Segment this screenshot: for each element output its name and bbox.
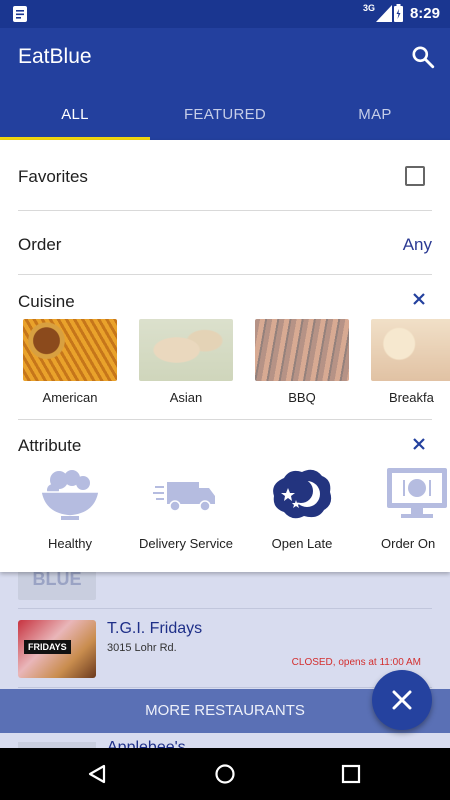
delivery-truck-icon: [153, 482, 215, 512]
bbq-food-image: [255, 319, 349, 381]
attribute-order-online[interactable]: Order On: [363, 466, 450, 551]
cuisine-american[interactable]: American: [15, 319, 125, 405]
close-icon[interactable]: [413, 293, 425, 305]
clock: 8:29: [409, 5, 440, 22]
search-icon[interactable]: [410, 44, 436, 70]
attribute-open-late[interactable]: Open Late: [247, 466, 357, 551]
navigation-bar: [0, 748, 450, 800]
filter-panel: Favorites Order Any Cuisine American Asi…: [0, 140, 450, 572]
divider: [18, 274, 432, 275]
moon-stars-icon: [273, 469, 332, 519]
american-food-image: [23, 319, 117, 381]
fruit-bowl-icon: [40, 470, 100, 520]
cuisine-label-bbq: BBQ: [288, 390, 316, 405]
divider: [18, 419, 432, 420]
favorites-label: Favorites: [18, 167, 88, 186]
order-value[interactable]: Any: [403, 235, 432, 255]
close-icon[interactable]: [413, 438, 425, 450]
battery-icon: [394, 4, 403, 22]
close-filters-button[interactable]: [372, 670, 432, 730]
back-icon[interactable]: [86, 763, 108, 785]
cuisine-breakfast[interactable]: Breakfa: [363, 319, 450, 405]
favorites-checkbox[interactable]: [405, 166, 425, 186]
breakfast-food-image: [371, 319, 450, 381]
tab-map[interactable]: MAP: [300, 106, 450, 123]
notification-icon: [13, 6, 27, 22]
recents-icon[interactable]: [341, 764, 361, 784]
restaurant-name[interactable]: T.G.I. Fridays: [107, 620, 202, 638]
attribute-delivery[interactable]: Delivery Service: [123, 466, 249, 551]
status-bar: 3G 8:29: [0, 0, 450, 28]
tab-all[interactable]: ALL: [0, 106, 150, 123]
list-divider: [18, 608, 432, 609]
cuisine-label-american: American: [42, 390, 98, 405]
signal-icon: [376, 5, 392, 22]
restaurant-status: CLOSED, opens at 11:00 AM: [291, 657, 421, 668]
list-divider: [18, 687, 432, 688]
attribute-label-order-online: Order On: [381, 536, 436, 551]
tab-featured[interactable]: FEATURED: [150, 106, 300, 123]
attribute-label-delivery: Delivery Service: [139, 536, 233, 551]
cuisine-label-breakfast: Breakfa: [389, 390, 434, 405]
close-icon: [392, 690, 412, 710]
asian-food-image: [139, 319, 233, 381]
restaurant-name[interactable]: Applebee's: [107, 739, 186, 748]
cuisine-label: Cuisine: [18, 292, 75, 311]
cuisine-asian[interactable]: Asian: [131, 319, 241, 405]
attribute-label-open-late: Open Late: [271, 536, 333, 551]
cuisine-bbq[interactable]: BBQ: [247, 319, 357, 405]
attribute-label-healthy: Healthy: [47, 536, 93, 551]
divider: [18, 210, 432, 211]
app-bar: EatBlue ALL FEATURED MAP: [0, 28, 450, 140]
network-type: 3G: [362, 3, 375, 13]
list-item[interactable]: Applebee's: [0, 734, 450, 748]
home-icon[interactable]: [214, 763, 236, 785]
cuisine-label-asian: Asian: [169, 390, 203, 405]
order-label: Order: [18, 235, 62, 254]
app-title: EatBlue: [18, 45, 92, 68]
computer-order-icon: [387, 468, 447, 518]
restaurant-logo: FRIDAYS: [18, 620, 96, 678]
attribute-label: Attribute: [18, 436, 82, 455]
attribute-healthy[interactable]: Healthy: [15, 466, 125, 551]
restaurant-address: 3015 Lohr Rd.: [107, 642, 177, 654]
